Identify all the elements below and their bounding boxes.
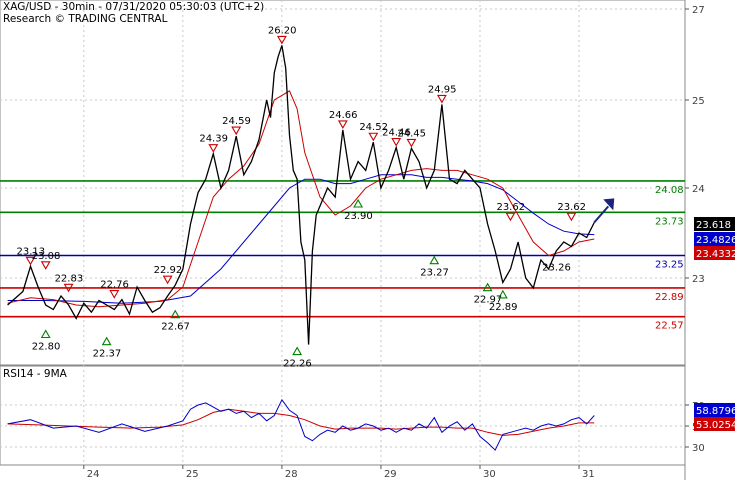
marker-label: 22.80: [32, 342, 61, 353]
marker-label: 23.26: [542, 263, 571, 274]
rsi-tick-label: 30: [692, 443, 705, 454]
marker-label: 24.59: [222, 116, 251, 127]
marker-label: 22.83: [55, 273, 84, 284]
level-label: 22.57: [655, 321, 684, 332]
y-tick-label: 23: [692, 274, 705, 285]
level-label: 23.25: [655, 260, 684, 271]
level-label: 24.08: [655, 185, 684, 196]
price-tag-label: 23.618: [696, 220, 731, 231]
rsi-panel: [0, 365, 686, 466]
rsi-panel-label: RSI14 - 9MA: [3, 368, 67, 380]
price-tag-label: 23.4332: [696, 249, 735, 260]
marker-label: 22.37: [93, 349, 122, 360]
marker-label: 22.67: [161, 322, 190, 333]
price-tag-label: 23.4826: [696, 235, 735, 246]
marker-label: 23.62: [496, 202, 525, 213]
marker-label: 22.89: [489, 302, 518, 313]
y-tick-label: 24: [692, 184, 705, 195]
chart-subtitle: Research © TRADING CENTRAL: [3, 13, 168, 25]
x-tick-label: 31: [582, 469, 595, 480]
x-tick-label: 29: [384, 469, 397, 480]
x-tick-label: 28: [285, 469, 298, 480]
price-tag-label: 53.0254: [696, 420, 735, 431]
marker-label: 26.20: [268, 25, 297, 36]
x-tick-label: 25: [186, 469, 199, 480]
marker-label: 23.62: [557, 202, 586, 213]
level-label: 23.73: [655, 216, 684, 227]
marker-label: 23.08: [32, 251, 61, 262]
price-panel: [0, 0, 686, 366]
marker-label: 23.90: [344, 211, 373, 222]
level-label: 22.89: [655, 292, 684, 303]
x-tick-label: 30: [483, 469, 496, 480]
marker-label: 22.76: [100, 280, 129, 291]
marker-label: 23.27: [420, 268, 449, 279]
y-tick-label: 25: [692, 96, 705, 107]
marker-label: 24.66: [329, 110, 358, 121]
marker-label: 24.39: [199, 134, 228, 145]
marker-label: 22.26: [283, 359, 312, 370]
price-tag-label: 58.8796: [696, 406, 735, 417]
x-tick-label: 24: [87, 469, 100, 480]
chart-canvas: 2725242370503024252829303124.0823.7323.2…: [0, 0, 735, 480]
marker-label: 22.92: [154, 265, 183, 276]
marker-label: 24.45: [397, 128, 426, 139]
y-tick-label: 27: [692, 5, 705, 16]
chart-title: XAG/USD - 30min - 07/31/2020 05:30:03 (U…: [3, 1, 265, 13]
marker-label: 24.95: [428, 84, 457, 95]
